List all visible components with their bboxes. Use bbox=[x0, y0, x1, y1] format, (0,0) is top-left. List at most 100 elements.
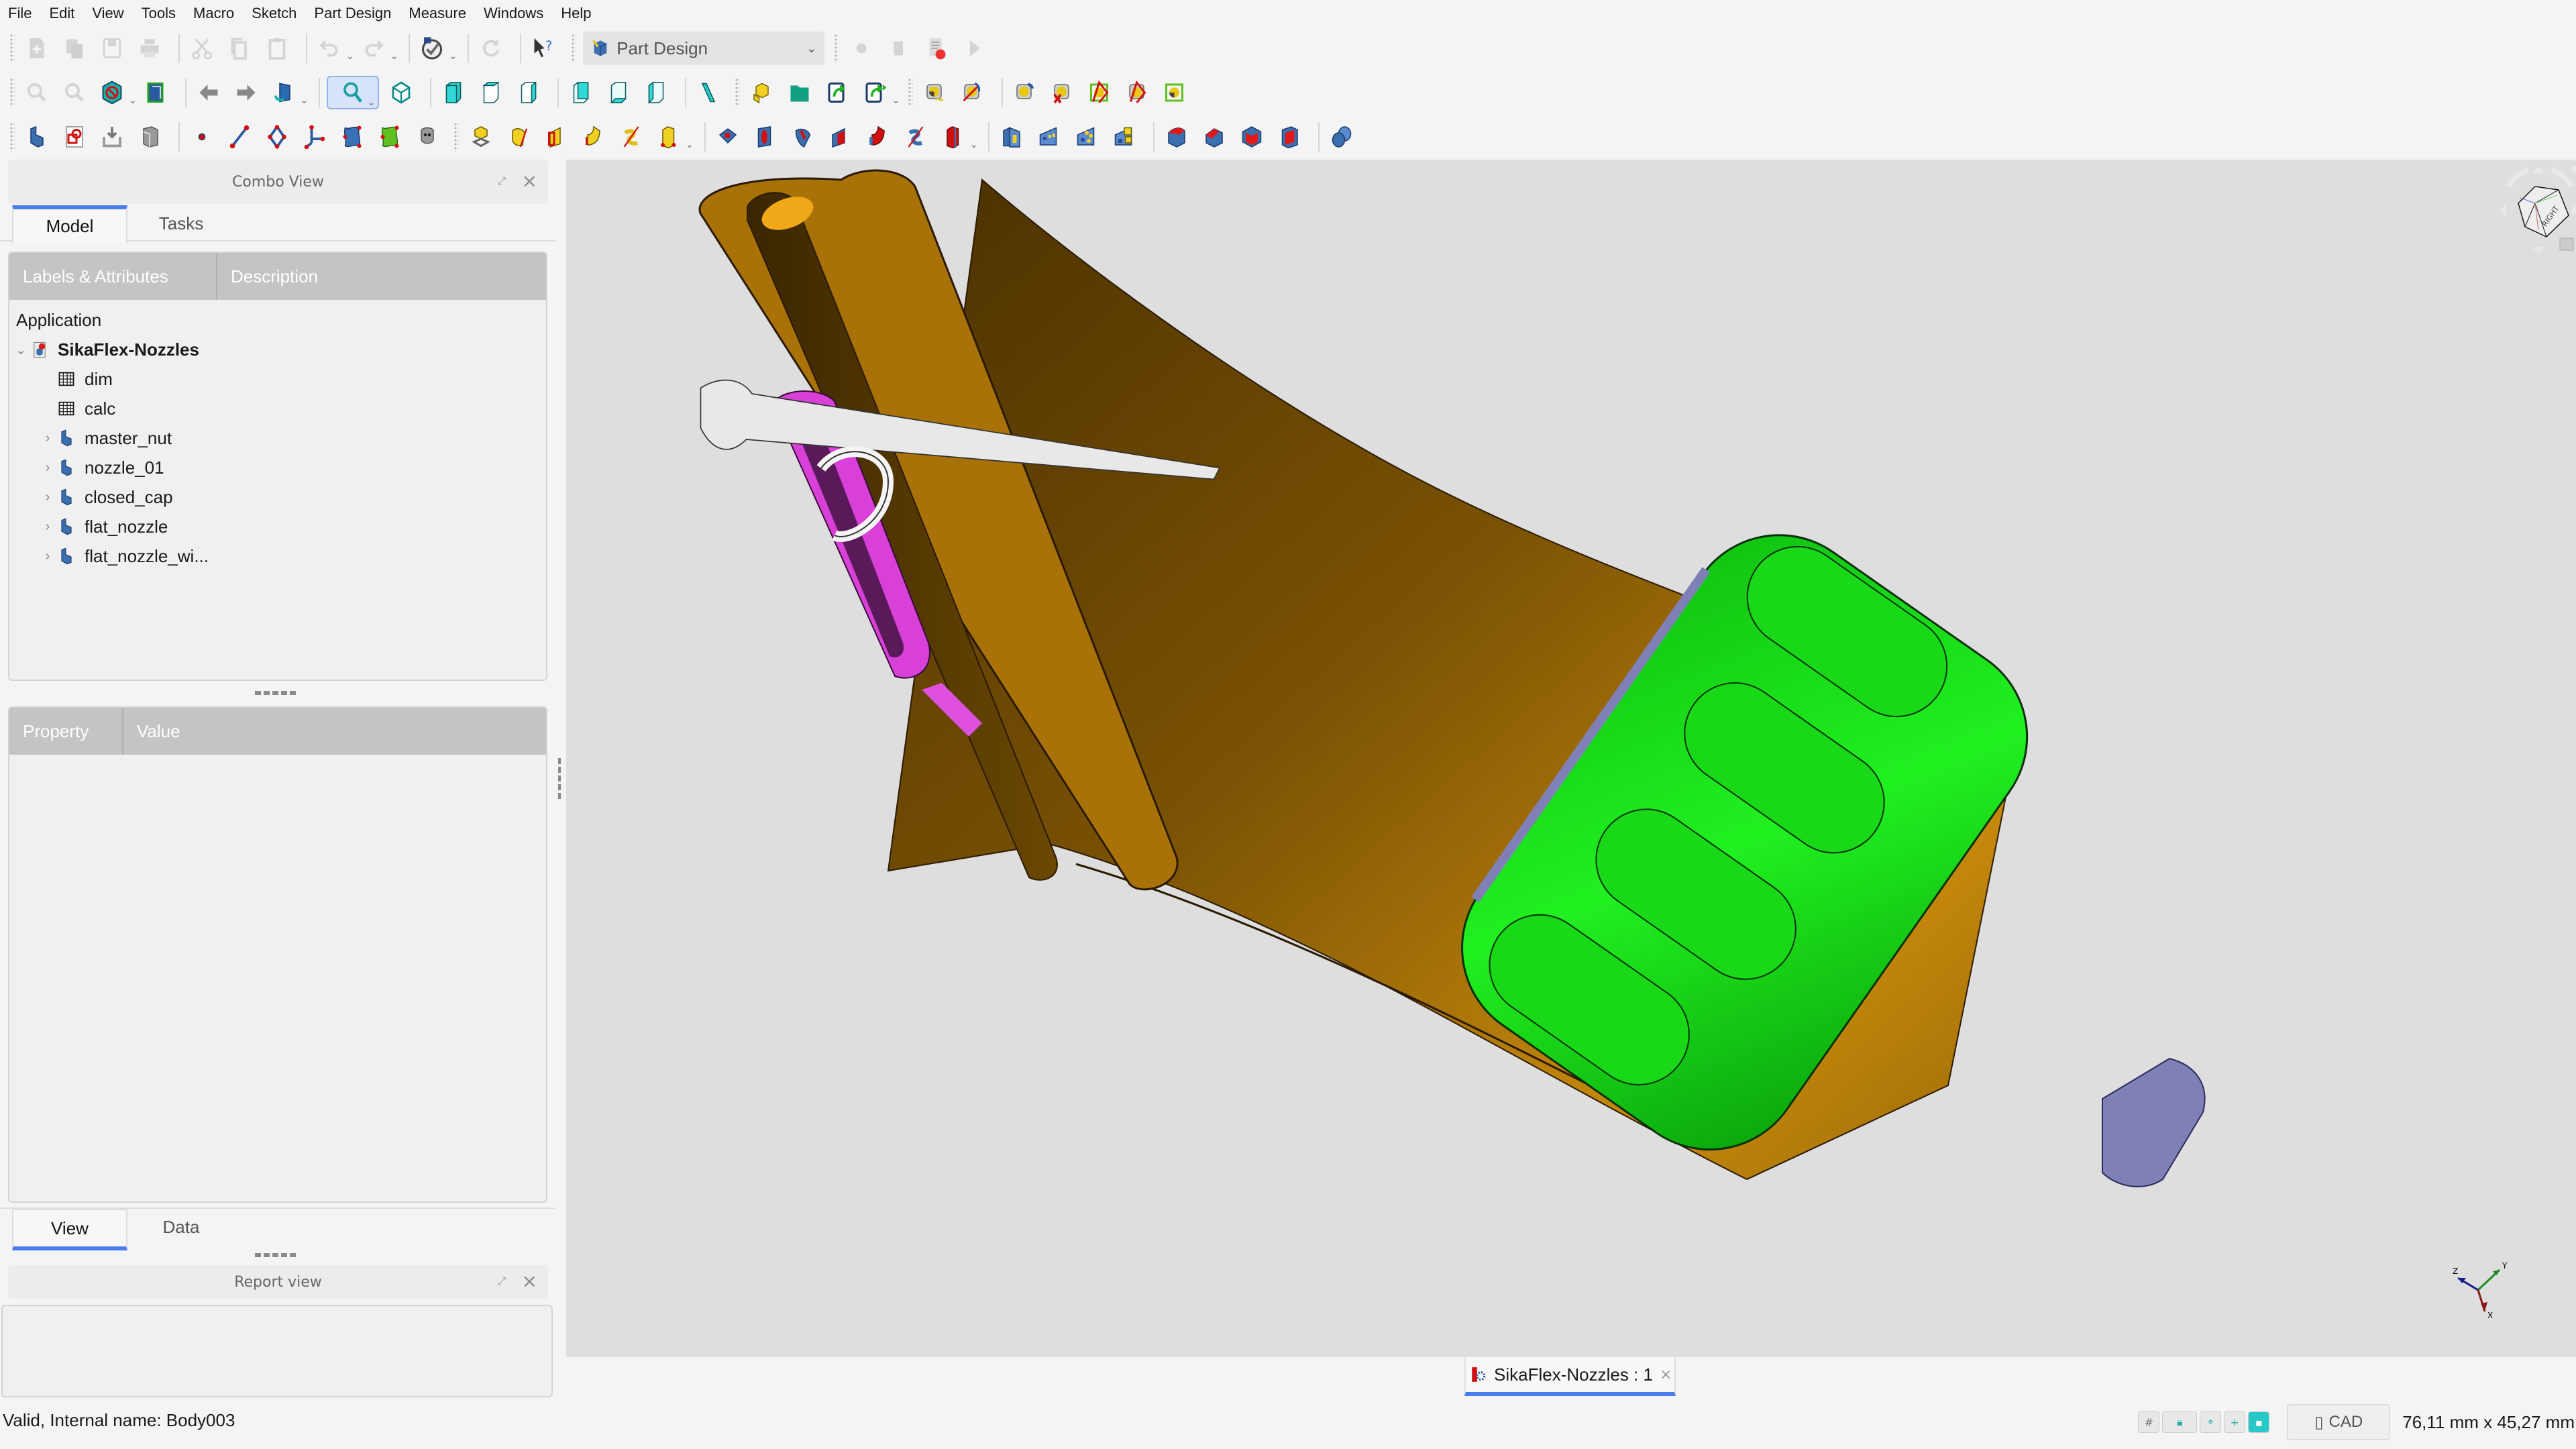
3d-model[interactable]: RIGHT Y Z X bbox=[566, 160, 2576, 1357]
menu-view[interactable]: View bbox=[92, 5, 123, 22]
measure-icon[interactable] bbox=[920, 77, 951, 108]
isometric-view-icon[interactable] bbox=[386, 77, 417, 108]
front-view-icon[interactable] bbox=[438, 77, 469, 108]
chamfer-icon[interactable] bbox=[1199, 121, 1230, 152]
body-icon[interactable] bbox=[21, 121, 52, 152]
menu-measure[interactable]: Measure bbox=[409, 5, 466, 22]
measure-toggle-icon[interactable] bbox=[1010, 77, 1040, 108]
additive-helix-icon[interactable] bbox=[616, 121, 647, 152]
bounding-box-icon[interactable] bbox=[141, 77, 172, 108]
fit-selection-icon[interactable] bbox=[59, 77, 90, 108]
expand-right-icon[interactable]: › bbox=[39, 549, 56, 564]
snap-icon[interactable]: ⌖ bbox=[2200, 1411, 2222, 1433]
polar-pattern-icon[interactable] bbox=[1071, 121, 1102, 152]
datum-point-icon[interactable] bbox=[186, 121, 217, 152]
tab-data[interactable]: Data bbox=[125, 1210, 237, 1244]
top-view-icon[interactable] bbox=[476, 77, 506, 108]
workbench-selector[interactable]: Part Design ⌄ bbox=[583, 32, 825, 65]
toolbar-grip[interactable] bbox=[9, 34, 15, 63]
close-panel-icon[interactable]: × bbox=[522, 1272, 537, 1291]
subtractive-primitive-dropdown-icon[interactable]: ⌄ bbox=[970, 140, 978, 150]
subtractive-helix-icon[interactable] bbox=[900, 121, 931, 152]
link-dropdown-icon[interactable]: ⌄ bbox=[892, 95, 900, 106]
std-view-dropdown-icon[interactable]: ⌄ bbox=[301, 95, 309, 106]
boolean-icon[interactable] bbox=[1326, 121, 1357, 152]
toolbar-grip[interactable] bbox=[834, 34, 840, 63]
column-property[interactable]: Property bbox=[9, 708, 123, 755]
expand-down-icon[interactable]: ⌄ bbox=[12, 341, 30, 358]
sketch-icon[interactable] bbox=[337, 121, 368, 152]
group-icon[interactable] bbox=[784, 77, 815, 108]
cut-icon[interactable] bbox=[186, 33, 217, 64]
paste-icon[interactable] bbox=[262, 33, 292, 64]
close-tab-icon[interactable]: × bbox=[1660, 1366, 1672, 1383]
new-file-icon[interactable] bbox=[21, 33, 52, 64]
macro-run-icon[interactable] bbox=[959, 33, 989, 64]
menu-macro[interactable]: Macro bbox=[193, 5, 234, 22]
whats-this-icon[interactable]: ? bbox=[528, 33, 559, 64]
column-value[interactable]: Value bbox=[123, 708, 546, 755]
right-view-icon[interactable] bbox=[513, 77, 544, 108]
fit-all-icon[interactable] bbox=[21, 77, 52, 108]
menu-help[interactable]: Help bbox=[561, 5, 591, 22]
redo-icon[interactable] bbox=[358, 33, 389, 64]
toolbar-grip[interactable] bbox=[9, 122, 15, 152]
navigation-cube[interactable]: RIGHT bbox=[2500, 166, 2576, 254]
left-view-icon[interactable] bbox=[641, 77, 672, 108]
pocket-icon[interactable] bbox=[712, 121, 743, 152]
copy-icon[interactable] bbox=[224, 33, 255, 64]
pad-icon[interactable] bbox=[466, 121, 496, 152]
datum-line-icon[interactable] bbox=[224, 121, 255, 152]
revolution-icon[interactable] bbox=[503, 121, 534, 152]
toolbar-grip[interactable] bbox=[9, 78, 15, 107]
mirrored-icon[interactable] bbox=[996, 121, 1027, 152]
draft-icon[interactable] bbox=[1236, 121, 1267, 152]
tree-item[interactable]: › closed_cap bbox=[9, 482, 546, 512]
additive-primitive-dropdown-icon[interactable]: ⌄ bbox=[686, 140, 694, 150]
menu-windows[interactable]: Windows bbox=[484, 5, 543, 22]
macro-edit-icon[interactable] bbox=[921, 33, 952, 64]
measure-refresh-icon[interactable] bbox=[957, 77, 988, 108]
datum-plane-icon[interactable] bbox=[262, 121, 292, 152]
expand-right-icon[interactable]: › bbox=[39, 431, 56, 446]
float-panel-icon[interactable]: ⤢ bbox=[498, 174, 511, 188]
back-icon[interactable] bbox=[193, 77, 224, 108]
grid-toggle-icon[interactable]: # bbox=[2138, 1411, 2160, 1433]
macro-stop-icon[interactable] bbox=[883, 33, 914, 64]
refresh-check-icon[interactable] bbox=[417, 33, 447, 64]
splitter-handle[interactable] bbox=[255, 1253, 298, 1257]
3d-viewport[interactable]: RIGHT Y Z X bbox=[566, 160, 2576, 1357]
toolbar-grip[interactable] bbox=[571, 34, 577, 63]
subtractive-primitive-icon[interactable] bbox=[938, 121, 969, 152]
close-panel-icon[interactable]: × bbox=[522, 172, 537, 191]
draw-style-icon[interactable] bbox=[97, 77, 127, 108]
clone-icon[interactable] bbox=[134, 121, 165, 152]
shapebinder-icon[interactable] bbox=[59, 121, 90, 152]
tree-item[interactable]: › nozzle_01 bbox=[9, 453, 546, 482]
toolbar-grip[interactable] bbox=[735, 78, 741, 107]
view-toggle-icon[interactable]: ▪ bbox=[2248, 1411, 2270, 1433]
tree-item[interactable]: dim bbox=[9, 364, 546, 394]
expand-right-icon[interactable]: › bbox=[39, 460, 56, 476]
forward-icon[interactable] bbox=[231, 77, 262, 108]
undo-dropdown-icon[interactable]: ⌄ bbox=[346, 51, 354, 62]
redo-dropdown-icon[interactable]: ⌄ bbox=[390, 51, 398, 62]
tree-item[interactable]: calc bbox=[9, 394, 546, 423]
rear-view-icon[interactable] bbox=[566, 77, 596, 108]
measure-distance-icon[interactable] bbox=[693, 77, 724, 108]
save-icon[interactable] bbox=[97, 33, 127, 64]
linear-pattern-icon[interactable] bbox=[1034, 121, 1065, 152]
menu-file[interactable]: File bbox=[8, 5, 32, 22]
bottom-view-icon[interactable] bbox=[603, 77, 634, 108]
link-sub-icon[interactable] bbox=[859, 77, 890, 108]
print-icon[interactable] bbox=[134, 33, 165, 64]
multitransform-icon[interactable] bbox=[1109, 121, 1140, 152]
additive-primitive-icon[interactable] bbox=[653, 121, 684, 152]
tree-document[interactable]: ⌄ SikaFlex-Nozzles bbox=[9, 335, 546, 364]
menu-sketch[interactable]: Sketch bbox=[252, 5, 297, 22]
part-icon[interactable] bbox=[747, 77, 777, 108]
std-view-icon[interactable] bbox=[268, 77, 299, 108]
measure-toggle-delta-icon[interactable] bbox=[1122, 77, 1153, 108]
zoom-icon[interactable]: ⌄ bbox=[327, 76, 380, 109]
subshape-binder-icon[interactable] bbox=[97, 121, 127, 152]
